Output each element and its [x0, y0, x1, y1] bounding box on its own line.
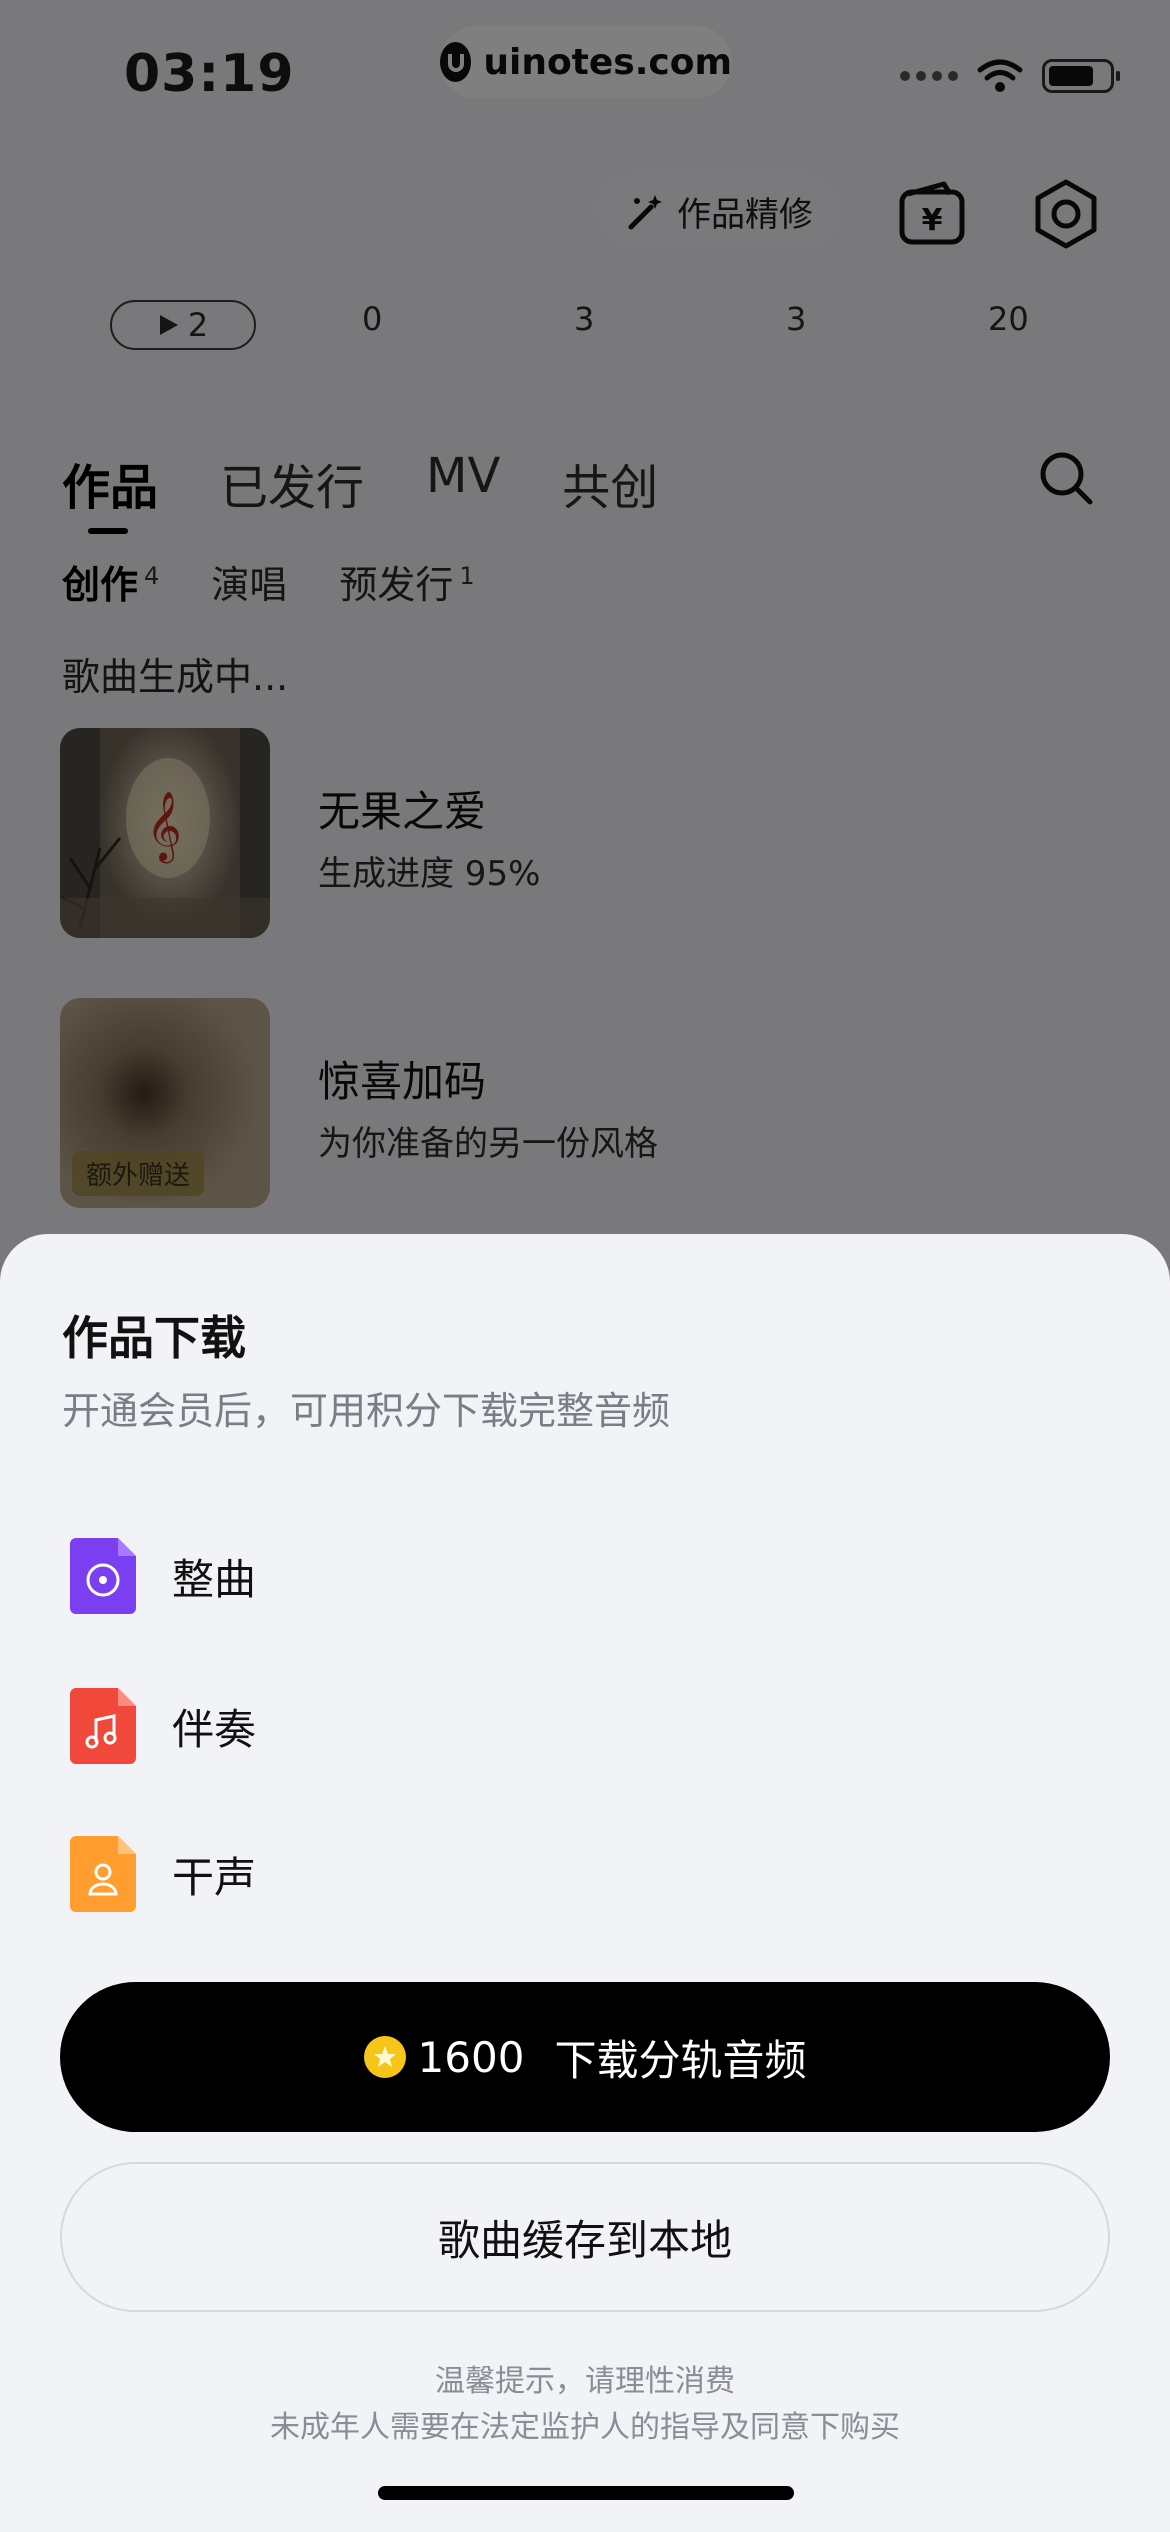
- modal-overlay[interactable]: [0, 0, 1170, 1300]
- sheet-title: 作品下载: [62, 1311, 246, 1365]
- coin-icon: [363, 2036, 406, 2078]
- points-cost: 1600: [417, 2032, 525, 2082]
- sheet-subtitle: 开通会员后，可用积分下载完整音频: [62, 1389, 671, 1433]
- tip-text: 温馨提示，请理性消费: [435, 2364, 735, 2399]
- vocal-file-icon: [70, 1836, 136, 1912]
- disc-file-icon: [70, 1538, 136, 1614]
- tip-text: 未成年人需要在法定监护人的指导及同意下购买: [270, 2410, 900, 2445]
- cache-locally-label: 歌曲缓存到本地: [437, 2215, 732, 2265]
- option-vocals[interactable]: 干声: [70, 1834, 670, 1914]
- option-label: 整曲: [172, 1554, 257, 1604]
- option-accompaniment[interactable]: 伴奏: [70, 1686, 670, 1766]
- option-full-song[interactable]: 整曲: [70, 1536, 670, 1616]
- download-tracks-label: 下载分轨音频: [554, 2035, 807, 2085]
- download-tracks-button[interactable]: 1600 下载分轨音频: [60, 1982, 1110, 2132]
- option-label: 伴奏: [172, 1704, 257, 1754]
- download-sheet: 作品下载 开通会员后，可用积分下载完整音频 整曲 伴奏 干声 1600 下载分轨…: [0, 1234, 1170, 2532]
- music-file-icon: [70, 1688, 136, 1764]
- option-label: 干声: [172, 1852, 257, 1902]
- cache-locally-button[interactable]: 歌曲缓存到本地: [60, 2162, 1110, 2312]
- home-indicator[interactable]: [378, 2486, 794, 2500]
